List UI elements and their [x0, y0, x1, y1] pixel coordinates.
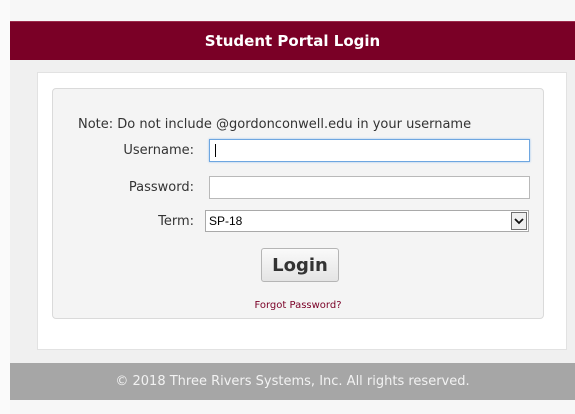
username-field[interactable]	[209, 139, 530, 162]
footer-bar: © 2018 Three Rivers Systems, Inc. All ri…	[10, 363, 575, 400]
copyright-text: © 2018 Three Rivers Systems, Inc. All ri…	[115, 374, 470, 389]
main-area: Note: Do not include @gordonconwell.edu …	[10, 60, 575, 363]
chevron-down-icon[interactable]	[511, 212, 527, 230]
text-caret	[215, 144, 216, 157]
page-title: Student Portal Login	[204, 32, 381, 50]
username-note: Note: Do not include @gordonconwell.edu …	[78, 117, 472, 132]
password-label: Password:	[128, 180, 194, 195]
password-field[interactable]	[209, 176, 530, 199]
term-label: Term:	[158, 214, 194, 229]
bottom-strip	[10, 400, 575, 414]
header-bar: Student Portal Login	[10, 21, 575, 60]
login-form: Note: Do not include @gordonconwell.edu …	[52, 88, 544, 319]
left-gutter	[0, 0, 10, 414]
forgot-password-link[interactable]: Forgot Password?	[53, 300, 543, 311]
top-strip	[10, 0, 575, 21]
login-card: Note: Do not include @gordonconwell.edu …	[37, 72, 567, 350]
login-button[interactable]: Login	[261, 248, 339, 282]
username-label: Username:	[123, 143, 194, 158]
term-selected-value: SP-18	[209, 214, 243, 228]
term-select[interactable]: SP-18	[205, 210, 529, 232]
